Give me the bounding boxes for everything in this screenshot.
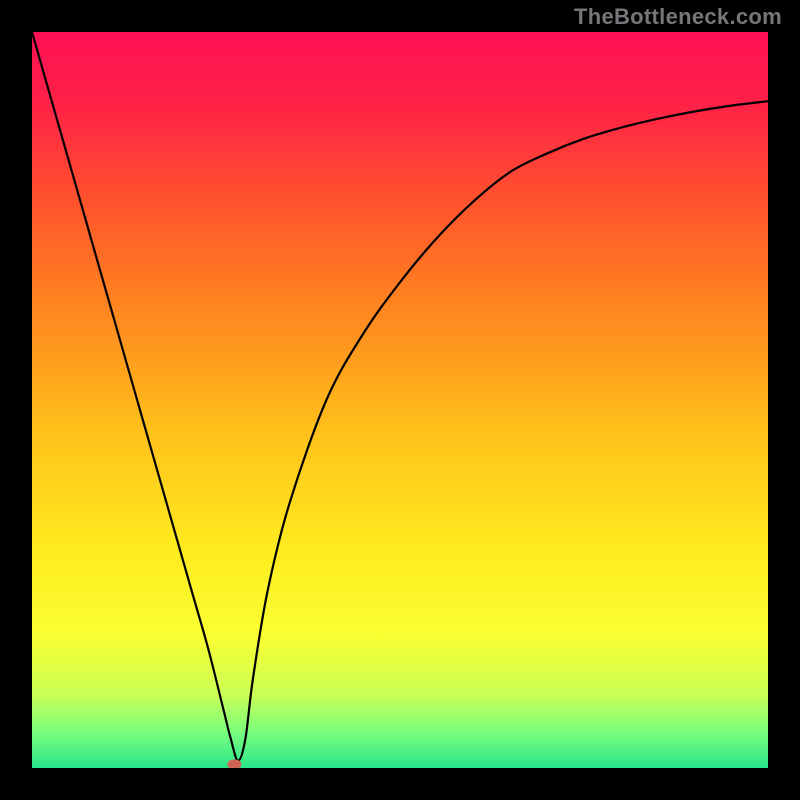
watermark-text: TheBottleneck.com — [574, 4, 782, 30]
bottleneck-chart — [0, 0, 800, 800]
plot-background — [32, 32, 768, 768]
chart-frame: TheBottleneck.com — [0, 0, 800, 800]
optimum-marker — [227, 759, 241, 769]
